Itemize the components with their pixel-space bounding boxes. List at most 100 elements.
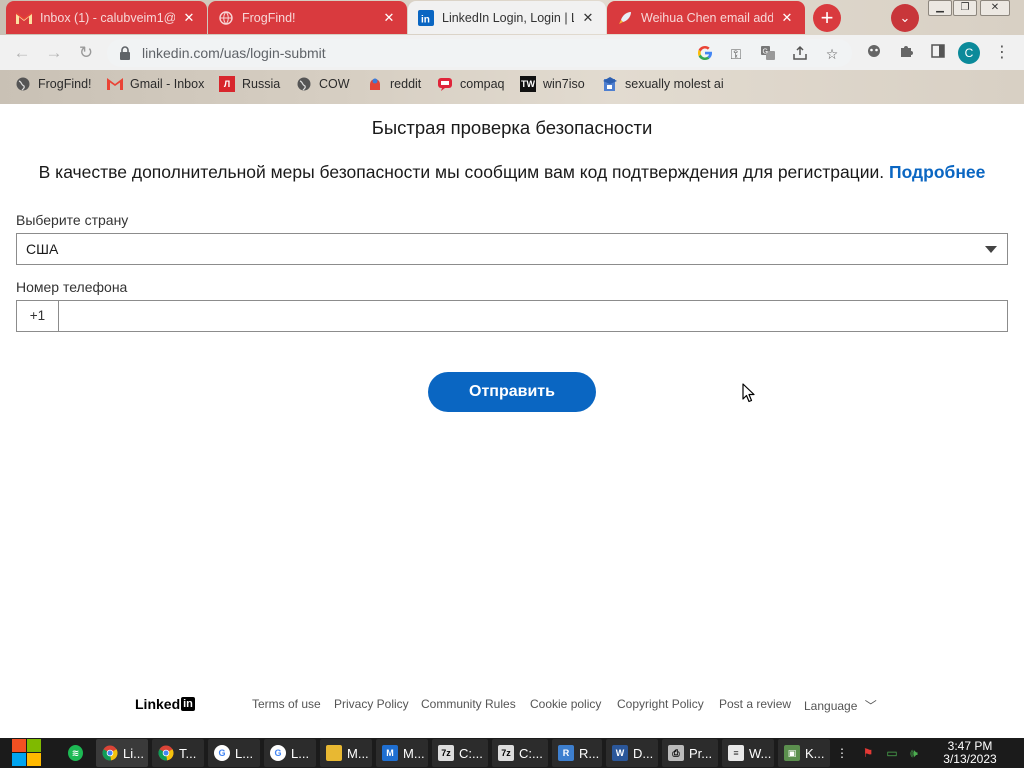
taskbar-app-label: Li... [123,745,144,761]
star-icon[interactable]: ☆ [823,45,841,63]
taskbar-app-7[interactable]: 7z C:... [492,739,548,767]
taskbar-app-1[interactable]: T... [152,739,204,767]
address-bar[interactable]: linkedin.com/uas/login-submit ⚿ G ☆ [107,39,852,67]
taskbar-app-label: L... [235,745,254,761]
taskbar-app-0[interactable]: Li... [96,739,148,767]
bookmark-win7iso[interactable]: TW win7iso [520,76,585,92]
bookmark-label: Russia [242,77,281,91]
start-button[interactable] [8,738,44,768]
chevron-down-icon: ﹀ [864,699,877,713]
bookmark-russia[interactable]: Л Russia [219,76,280,92]
tab-gmail[interactable]: Inbox (1) - calubveim1@ ✕ [6,1,207,34]
system-clock[interactable]: 3:47 PM 3/13/2023 [935,740,1005,766]
taskbar-app-label: M... [347,745,369,761]
tab-title: Inbox (1) - calubveim1@ [40,10,175,25]
reload-icon[interactable]: ↻ [74,41,98,65]
footer-link-review[interactable]: Post a review [719,697,791,711]
profile-avatar[interactable]: C [958,42,980,64]
language-selector[interactable]: Language ﹀ [804,697,877,714]
academic-icon [602,76,618,92]
taskbar-app-5[interactable]: M M... [376,739,428,767]
side-panel-icon[interactable] [928,43,948,63]
taskbar-app-8[interactable]: R R... [552,739,602,767]
learn-more-link[interactable]: Подробнее [889,162,985,182]
back-icon[interactable]: ← [10,41,34,65]
footer: Linked in Terms of use Privacy Policy Com… [0,692,1024,716]
taskbar-app-6[interactable]: 7z C:... [432,739,488,767]
7zip-icon: 7z [438,745,454,761]
globe-icon [218,10,234,26]
minimize-button[interactable]: ▁ [928,0,952,16]
close-icon[interactable]: ✕ [580,10,596,26]
bookmarks-bar: FrogFind! Gmail - Inbox Л Russia COW red… [0,70,1024,102]
logo-in: in [181,697,195,711]
footer-link-copyright[interactable]: Copyright Policy [617,697,704,711]
share-icon[interactable] [791,45,809,63]
browser-chrome: Inbox (1) - calubveim1@ ✕ FrogFind! ✕ in… [0,0,1024,104]
restore-button[interactable]: ❐ [953,0,977,16]
gmail-icon [16,10,32,26]
phone-input[interactable] [60,301,1007,331]
bookmark-label: compaq [460,77,505,91]
country-select[interactable]: США [16,233,1008,265]
footer-link-privacy[interactable]: Privacy Policy [334,697,409,711]
puzzle-icon[interactable] [896,43,916,63]
taskbar-app-12[interactable]: ▣ K... [778,739,830,767]
key-icon[interactable]: ⚿ [727,45,745,63]
taskbar-app-11[interactable]: ≡ W... [722,739,774,767]
bookmark-reddit[interactable]: reddit [367,76,421,92]
windows-taskbar: ≋ Li... T... G L... G L... M... M M... 7… [0,738,1024,768]
taskbar-app-4[interactable]: M... [320,739,372,767]
close-icon[interactable]: ✕ [381,10,397,26]
phone-prefix: +1 [17,301,59,331]
footer-link-cookie[interactable]: Cookie policy [530,697,601,711]
bookmark-frogfind[interactable]: FrogFind! [15,76,92,92]
rocket-icon [617,10,633,26]
bookmark-label: Gmail - Inbox [130,77,205,91]
network-icon[interactable]: ▭ [884,745,900,761]
chevron-down-icon [985,246,997,253]
folder-icon [326,745,342,761]
new-tab-button[interactable]: + [813,4,841,32]
taskbar-app-2[interactable]: G L... [208,739,260,767]
logo-text: Linked [135,696,181,712]
translate-icon[interactable]: G [759,45,777,63]
footer-link-terms[interactable]: Terms of use [252,697,321,711]
extension-icon[interactable] [864,43,884,63]
globe-icon [15,76,31,92]
tab-weihua[interactable]: Weihua Chen email add ✕ [607,1,805,34]
menu-kebab-icon[interactable]: ⋮ [992,43,1012,63]
mouse-cursor-icon [742,383,755,403]
tab-frogfind[interactable]: FrogFind! ✕ [208,1,407,34]
google-icon[interactable] [696,45,714,63]
volume-icon[interactable]: 🕪 [906,745,922,761]
tab-title: LinkedIn Login, Login | L [442,10,574,25]
taskbar-app-label: R... [579,745,600,761]
close-window-button[interactable]: ✕ [980,0,1010,16]
close-icon[interactable]: ✕ [181,10,197,26]
bookmark-molest-ai[interactable]: sexually molest ai [602,76,724,92]
tab-linkedin[interactable]: in LinkedIn Login, Login | L ✕ [408,1,606,34]
flag-icon[interactable]: ⚑ [860,745,876,761]
bookmark-gmail[interactable]: Gmail - Inbox [107,76,204,92]
lock-icon [119,46,131,60]
footer-link-community[interactable]: Community Rules [421,697,516,711]
taskbar-spotify[interactable]: ≋ [62,739,88,767]
compaq-icon [437,76,453,92]
notepad-icon: ≡ [728,745,744,761]
close-icon[interactable]: ✕ [779,10,795,26]
clock-date: 3/13/2023 [943,752,997,766]
tw-icon: TW [520,76,536,92]
taskbar-app-3[interactable]: G L... [264,739,316,767]
browser-toolbar: ← → ↻ linkedin.com/uas/login-submit ⚿ G … [0,35,1024,70]
overflow-icon[interactable]: ⋮ [834,745,850,761]
bookmark-cow[interactable]: COW [296,76,350,92]
forward-icon[interactable]: → [42,41,66,65]
chrome-icon [158,745,174,761]
submit-button[interactable]: Отправить [428,372,596,412]
bookmark-compaq[interactable]: compaq [437,76,504,92]
taskbar-app-10[interactable]: ⎙ Pr... [662,739,718,767]
tab-search-button[interactable]: ⌄ [891,4,919,32]
svg-text:in: in [421,14,430,25]
taskbar-app-9[interactable]: W D... [606,739,658,767]
